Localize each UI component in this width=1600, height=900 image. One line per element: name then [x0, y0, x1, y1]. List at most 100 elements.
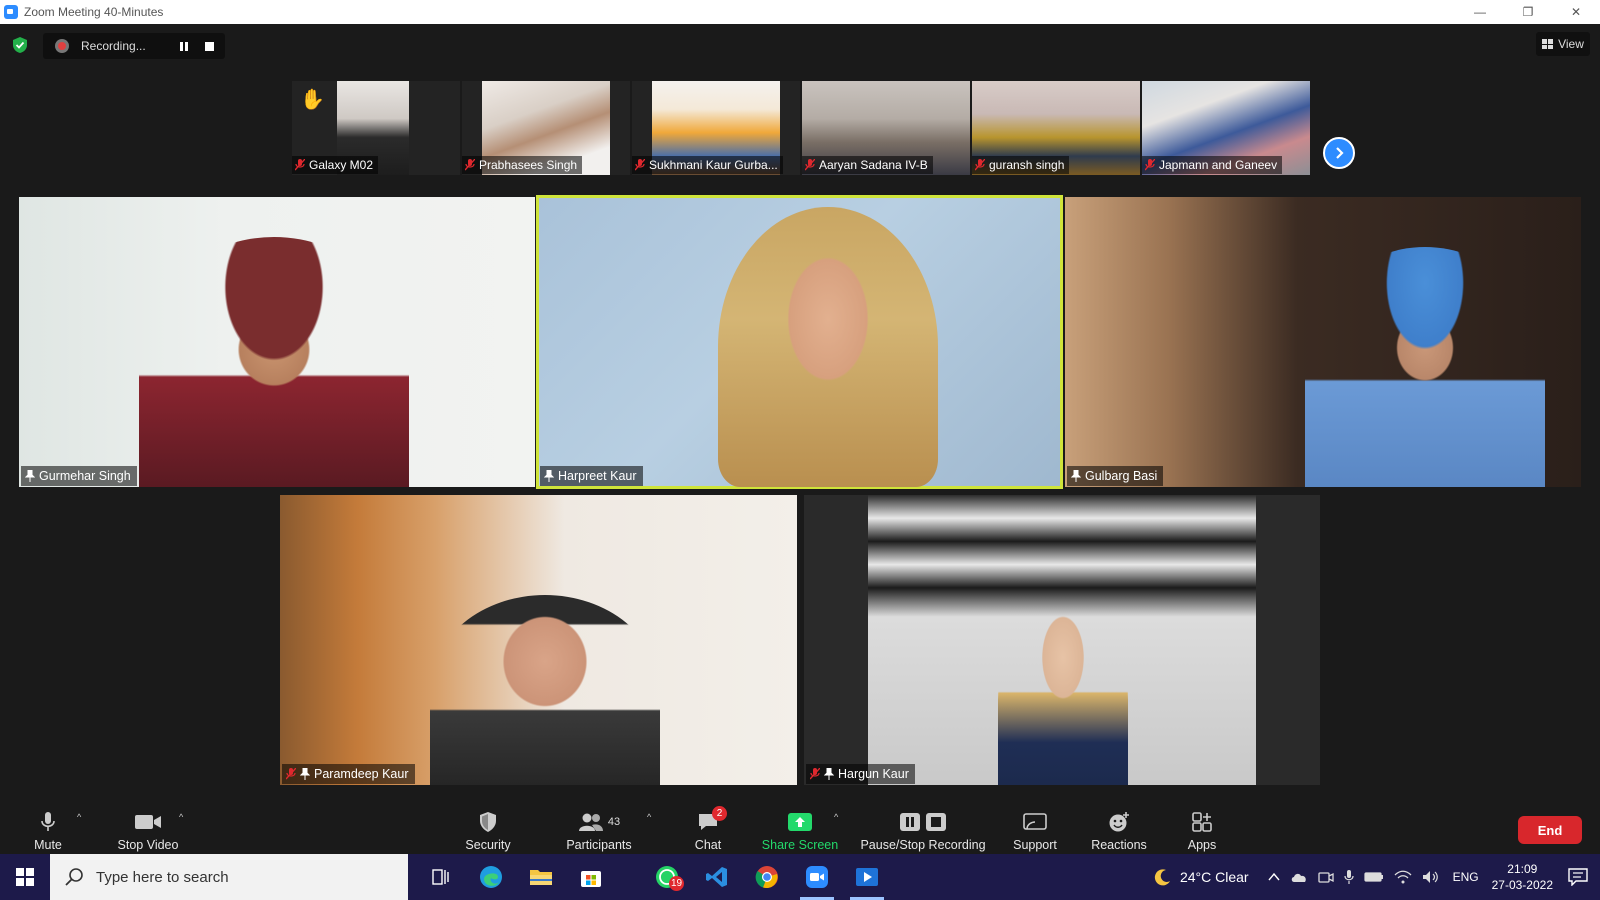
chat-label: Chat: [694, 838, 722, 852]
taskbar-file-explorer[interactable]: [516, 854, 566, 900]
vscode-icon: [706, 867, 727, 887]
taskbar-vscode[interactable]: [692, 854, 742, 900]
mute-button[interactable]: Mute: [28, 806, 68, 854]
thumbnail-tile[interactable]: Aaryan Sadana IV-B: [802, 81, 970, 175]
taskbar-whatsapp[interactable]: 19: [642, 854, 692, 900]
wifi-icon[interactable]: [1394, 870, 1412, 884]
notification-center-icon: [1568, 868, 1588, 886]
search-icon: [65, 868, 83, 886]
tile-name: Paramdeep Kaur: [314, 767, 409, 781]
tile-label: Harpreet Kaur: [540, 466, 643, 486]
video-tile[interactable]: Paramdeep Kaur: [280, 495, 797, 785]
chrome-icon: [755, 866, 778, 889]
pause-recording-button[interactable]: [177, 39, 191, 53]
start-button[interactable]: [0, 854, 50, 900]
support-button[interactable]: Support: [1009, 806, 1061, 854]
share-screen-icon: [788, 813, 812, 831]
participant-video: [139, 237, 409, 487]
microsoft-store-icon: [581, 871, 601, 887]
muted-mic-icon: [810, 768, 820, 780]
participants-options-caret-icon[interactable]: ^: [647, 812, 651, 822]
volume-icon[interactable]: [1422, 870, 1440, 884]
participant-video: [868, 495, 1256, 785]
taskbar-media-player[interactable]: [842, 854, 892, 900]
media-player-icon: [856, 868, 878, 886]
encryption-shield-icon[interactable]: [12, 36, 28, 54]
taskbar-store[interactable]: [566, 854, 616, 900]
windows-taskbar: Type here to search 19 24°C Clear ENG 21…: [0, 854, 1600, 900]
thumbnail-label: Sukhmani Kaur Gurba...: [632, 156, 783, 174]
share-screen-button[interactable]: Share Screen: [760, 806, 840, 854]
video-tile[interactable]: Gurmehar Singh: [19, 197, 535, 487]
onedrive-icon[interactable]: [1290, 871, 1308, 883]
restore-button[interactable]: ❐: [1504, 0, 1552, 24]
taskbar-edge[interactable]: [466, 854, 516, 900]
window-controls: — ❐ ✕: [1456, 0, 1600, 24]
close-button[interactable]: ✕: [1552, 0, 1600, 24]
thumbnail-name: Sukhmani Kaur Gurba...: [649, 158, 778, 172]
chevron-right-icon: [1336, 147, 1344, 159]
thumbnail-tile[interactable]: ✋ Galaxy M02: [292, 81, 460, 175]
tile-label: Paramdeep Kaur: [282, 764, 415, 784]
task-view-icon: [432, 869, 449, 885]
minimize-button[interactable]: —: [1456, 0, 1504, 24]
weather-widget[interactable]: 24°C Clear: [1154, 868, 1249, 886]
taskbar-zoom[interactable]: [792, 854, 842, 900]
thumbnail-tile[interactable]: Prabhasees Singh: [462, 81, 630, 175]
stop-video-button[interactable]: Stop Video: [112, 806, 184, 854]
notifications-button[interactable]: [1568, 868, 1588, 886]
taskbar-chrome[interactable]: [742, 854, 792, 900]
zoom-icon: [806, 866, 828, 888]
security-shield-icon: [480, 812, 496, 832]
input-language[interactable]: ENG: [1453, 870, 1479, 884]
view-button[interactable]: View: [1536, 32, 1590, 56]
thumbnail-tile[interactable]: Sukhmani Kaur Gurba...: [632, 81, 800, 175]
stop-recording-button[interactable]: [205, 41, 214, 51]
participants-label: Participants: [566, 838, 632, 852]
muted-mic-icon: [975, 159, 985, 171]
reactions-button[interactable]: Reactions: [1090, 806, 1148, 854]
video-tile[interactable]: Hargun Kaur: [804, 495, 1320, 785]
muted-mic-icon: [1145, 159, 1155, 171]
microphone-tray-icon[interactable]: [1343, 869, 1354, 885]
tile-label: Hargun Kaur: [806, 764, 915, 784]
pin-icon: [300, 768, 310, 780]
chat-button[interactable]: 2 Chat: [693, 806, 727, 854]
share-screen-label: Share Screen: [761, 838, 839, 852]
window-titlebar: Zoom Meeting 40-Minutes — ❐ ✕: [0, 0, 1600, 24]
participant-video: [718, 207, 938, 487]
support-icon: [1023, 813, 1047, 830]
next-page-button[interactable]: [1323, 137, 1355, 169]
thumbnail-name: guransh singh: [989, 158, 1065, 172]
apps-button[interactable]: Apps: [1185, 806, 1219, 854]
share-options-caret-icon[interactable]: ^: [834, 812, 838, 822]
meet-now-icon[interactable]: [1317, 870, 1334, 884]
stop-video-label: Stop Video: [117, 838, 179, 852]
video-tile[interactable]: Gulbarg Basi: [1065, 197, 1581, 487]
taskbar-search-box[interactable]: Type here to search: [50, 854, 408, 900]
battery-icon[interactable]: [1363, 872, 1384, 882]
show-hidden-icons-button[interactable]: [1268, 872, 1280, 882]
recording-indicator: Recording...: [43, 33, 225, 59]
folder-icon: [530, 870, 552, 885]
task-view-button[interactable]: [416, 854, 466, 900]
end-meeting-button[interactable]: End: [1518, 816, 1582, 844]
tile-label: Gurmehar Singh: [21, 466, 137, 486]
meeting-area: Recording... View ✋ Galaxy M02 Prabhasee…: [0, 24, 1600, 854]
stop-recording-icon: [926, 813, 946, 831]
reactions-label: Reactions: [1091, 838, 1147, 852]
video-camera-icon: [135, 815, 161, 829]
taskbar-clock[interactable]: 21:09 27-03-2022: [1492, 861, 1553, 893]
video-tile-active-speaker[interactable]: Harpreet Kaur: [536, 195, 1063, 489]
video-options-caret-icon[interactable]: ^: [179, 812, 183, 822]
thumbnail-tile[interactable]: Japmann and Ganeev: [1142, 81, 1310, 175]
thumbnail-tile[interactable]: guransh singh: [972, 81, 1140, 175]
pin-icon: [25, 470, 35, 482]
muted-mic-icon: [805, 159, 815, 171]
pin-icon: [1071, 470, 1081, 482]
participants-button[interactable]: 43 Participants: [563, 806, 635, 854]
audio-options-caret-icon[interactable]: ^: [77, 812, 81, 822]
tile-name: Harpreet Kaur: [558, 469, 637, 483]
pause-stop-recording-button[interactable]: Pause/Stop Recording: [859, 806, 987, 854]
security-button[interactable]: Security: [462, 806, 514, 854]
